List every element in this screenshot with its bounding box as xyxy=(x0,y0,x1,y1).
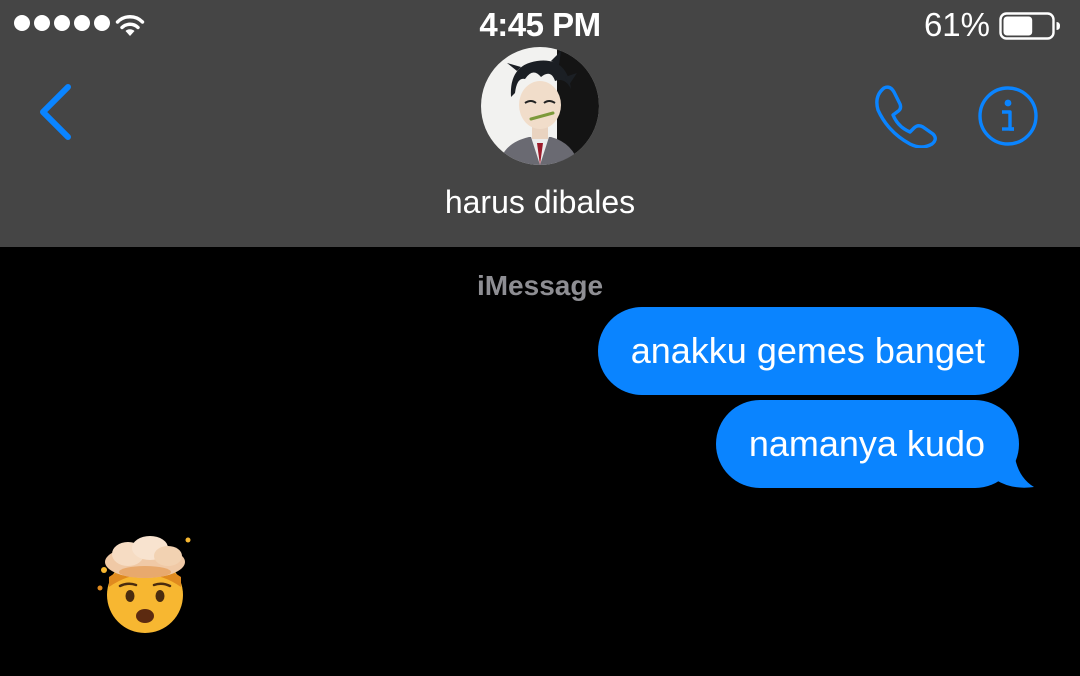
message-bubble-sent[interactable]: namanya kudo xyxy=(715,400,1019,488)
status-bar: 4:45 PM 61% xyxy=(0,0,1080,54)
status-time: 4:45 PM xyxy=(479,6,601,43)
phone-icon xyxy=(875,85,937,148)
battery-icon xyxy=(999,12,1060,40)
conversation-header: 4:45 PM 61% harus dibales xyxy=(0,0,1080,247)
exploding-head-emoji[interactable] xyxy=(94,532,196,634)
chevron-left-icon xyxy=(40,84,71,140)
avatar-image xyxy=(481,47,599,165)
call-button[interactable] xyxy=(870,82,940,148)
messages-screen: 4:45 PM 61% harus dibales iMessage anakk… xyxy=(0,0,1080,676)
back-button[interactable] xyxy=(26,80,86,140)
info-button[interactable] xyxy=(976,84,1040,148)
message-bubble-sent[interactable]: anakku gemes banget xyxy=(597,307,1019,395)
bubble-tail xyxy=(994,450,1034,488)
battery-percent: 61% xyxy=(923,6,990,43)
service-label: iMessage xyxy=(476,270,604,301)
info-icon xyxy=(978,86,1038,146)
contact-avatar[interactable] xyxy=(481,47,599,165)
contact-name[interactable]: harus dibales xyxy=(0,182,1080,222)
